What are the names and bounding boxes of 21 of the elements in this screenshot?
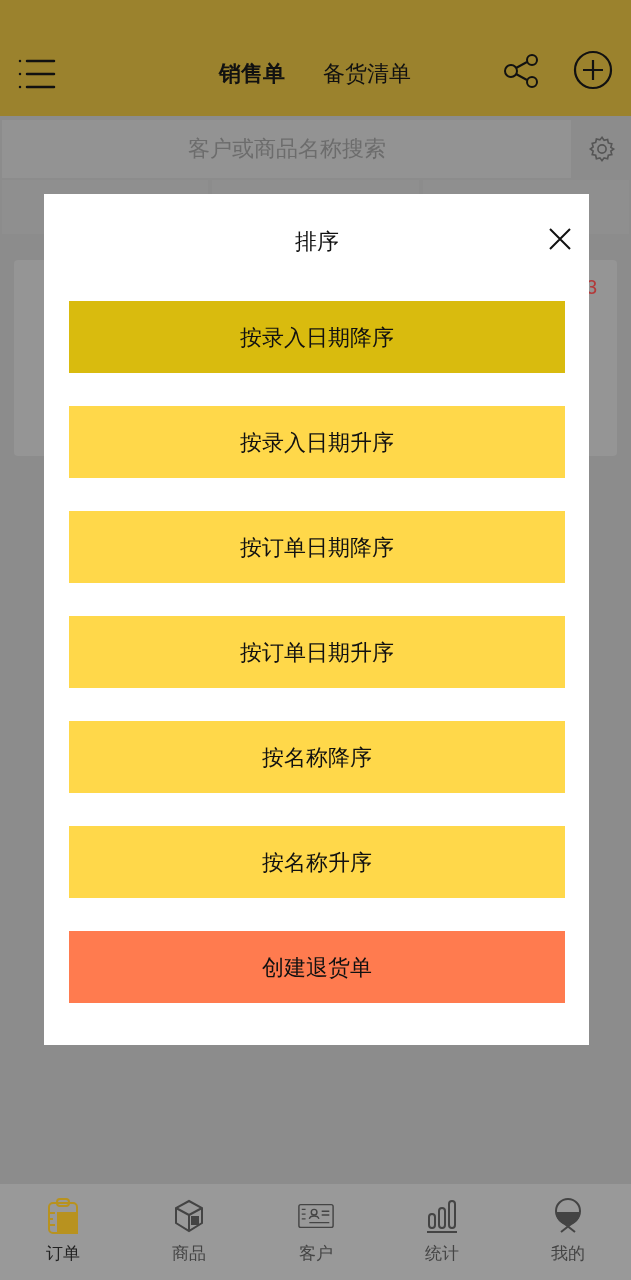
sort-option-button[interactable]: 按订单日期升序	[68, 616, 565, 688]
nav-item[interactable]: 我的	[504, 1197, 631, 1267]
menu-icon[interactable]	[18, 58, 56, 90]
close-icon[interactable]	[549, 228, 571, 250]
dialog-title: 排序	[294, 227, 339, 256]
header-tab[interactable]: 销售单	[218, 57, 285, 90]
sort-option-button[interactable]: 按录入日期升序	[68, 406, 565, 478]
header-tab[interactable]: 备货清单	[322, 57, 411, 90]
clipboard-icon	[46, 1197, 81, 1236]
nav-item[interactable]: 统计	[378, 1197, 505, 1267]
sort-option-button[interactable]: 按名称升序	[68, 826, 565, 898]
sort-option-button[interactable]: 创建退货单	[68, 931, 565, 1003]
bar-chart-icon	[424, 1197, 459, 1236]
sort-option-button[interactable]: 按订单日期降序	[68, 511, 565, 583]
share-icon[interactable]	[503, 52, 541, 90]
sort-option-button[interactable]: 按名称降序	[68, 721, 565, 793]
nav-item[interactable]: 商品	[126, 1197, 253, 1267]
add-icon[interactable]	[573, 50, 613, 90]
sort-option-button[interactable]: 按录入日期降序	[68, 301, 565, 373]
nav-item[interactable]: 订单	[0, 1197, 127, 1267]
nav-item[interactable]: 客户	[252, 1197, 379, 1267]
